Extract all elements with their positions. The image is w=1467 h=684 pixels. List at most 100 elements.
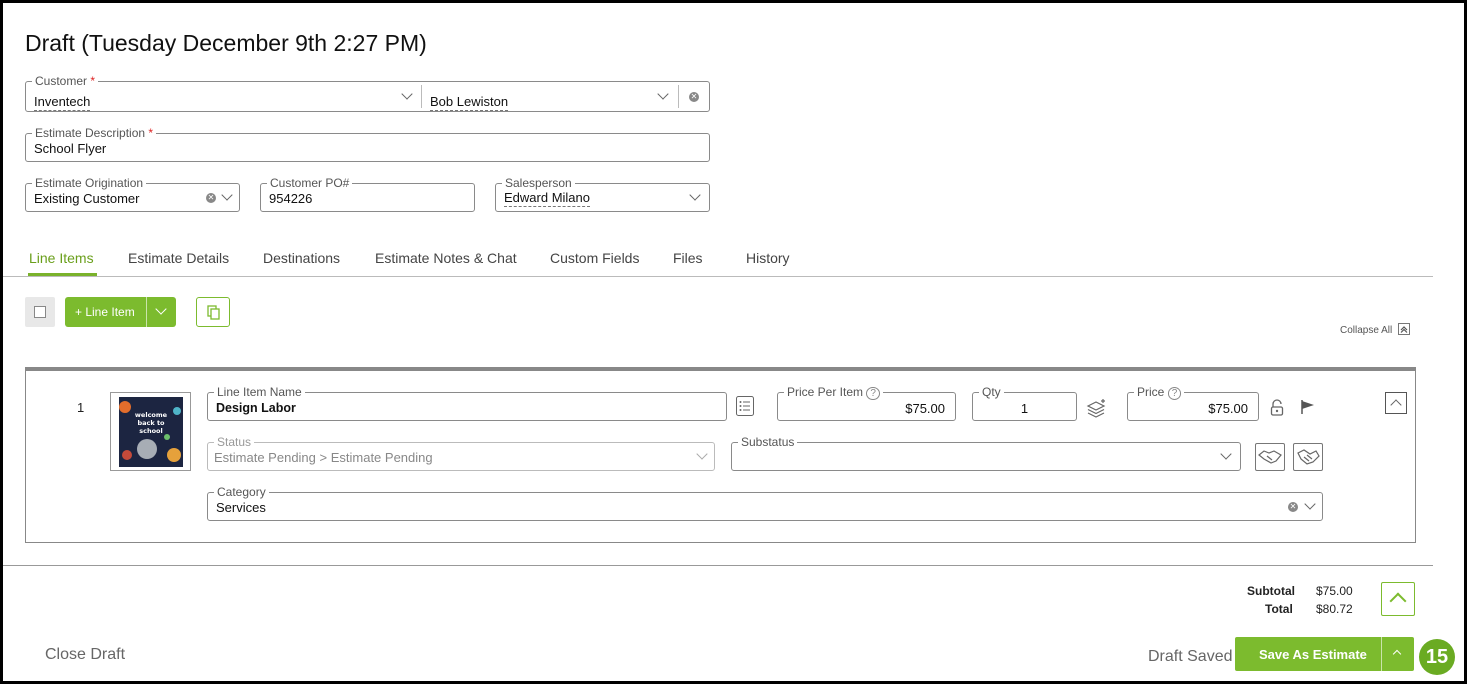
price-label: Price (1137, 385, 1165, 399)
flag-icon[interactable] (1300, 399, 1316, 415)
close-draft-button[interactable]: Close Draft (45, 646, 125, 664)
price-per-item-value: $75.00 (905, 401, 945, 416)
handshake-button[interactable] (1255, 443, 1285, 471)
handshake-icon (1258, 450, 1282, 464)
clear-icon[interactable]: ✕ (206, 193, 216, 203)
clear-icon[interactable]: ✕ (689, 92, 699, 102)
price-field[interactable]: Price ? $75.00 (1127, 385, 1259, 421)
save-as-estimate-button[interactable]: Save As Estimate (1235, 637, 1414, 671)
checkbox-box (34, 306, 46, 318)
add-line-item-label: + Line Item (75, 305, 135, 319)
collapse-all-button[interactable]: Collapse All (1340, 323, 1411, 336)
required-mark: * (148, 126, 154, 140)
help-icon[interactable]: ? (1167, 387, 1182, 400)
chevron-down-icon (401, 88, 413, 100)
quantity-layers-icon[interactable] (1086, 398, 1108, 418)
tab-history[interactable]: History (746, 250, 790, 266)
tab-files[interactable]: Files (673, 250, 703, 266)
collapse-all-label: Collapse All (1340, 325, 1393, 336)
handshake-alt-icon (1297, 449, 1320, 465)
chevron-up-icon (1390, 399, 1402, 411)
customer-field: Customer * Inventech Bob Lewiston ✕ (25, 74, 710, 112)
price-per-item-field[interactable]: Price Per Item ? $75.00 (777, 385, 956, 421)
total-value: $80.72 (1316, 602, 1353, 616)
customer-po-value: 954226 (269, 191, 313, 206)
customer-contact-select[interactable]: Bob Lewiston (422, 82, 678, 111)
line-item-name-value: Design Labor (216, 401, 296, 415)
clear-icon[interactable]: ✕ (1288, 502, 1298, 512)
svg-text:welcome: welcome (135, 411, 168, 419)
salesperson-label: Salesperson (502, 176, 575, 190)
estimate-origination-label: Estimate Origination (32, 176, 147, 190)
divider (678, 85, 679, 108)
price-per-item-label: Price Per Item (787, 385, 864, 399)
button-separator (1381, 637, 1382, 671)
chevron-up-icon (1389, 592, 1407, 610)
customer-po-field[interactable]: Customer PO# 954226 (260, 176, 475, 212)
tab-destinations[interactable]: Destinations (263, 250, 340, 266)
category-value: Services (216, 500, 266, 515)
price-value: $75.00 (1208, 401, 1248, 416)
estimate-draft-window: Draft (Tuesday December 9th 2:27 PM) Cus… (3, 3, 1464, 681)
footer-divider (3, 565, 1433, 566)
status-value: Estimate Pending > Estimate Pending (214, 450, 433, 465)
qty-value: 1 (1020, 401, 1029, 416)
unlock-icon[interactable] (1270, 399, 1284, 417)
line-item-name-label: Line Item Name (214, 385, 305, 399)
status-select[interactable]: Status Estimate Pending > Estimate Pendi… (207, 435, 715, 471)
total-label: Total (1265, 602, 1293, 616)
handshake-alt-button[interactable] (1293, 443, 1323, 471)
substatus-select[interactable]: Substatus (731, 435, 1241, 471)
chevron-up-icon[interactable] (1392, 649, 1402, 659)
estimate-origination-select[interactable]: Estimate Origination Existing Customer ✕ (25, 176, 240, 212)
collapse-line-item-button[interactable] (1385, 392, 1407, 414)
line-item-name-field[interactable]: Line Item Name Design Labor (207, 385, 727, 421)
help-icon[interactable]: ? (866, 387, 880, 400)
notes-list-icon[interactable] (736, 396, 754, 416)
button-separator (146, 297, 147, 327)
subtotal-label: Subtotal (1247, 584, 1295, 598)
select-all-checkbox[interactable] (25, 297, 55, 327)
subtotal-value: $75.00 (1316, 584, 1353, 598)
save-as-estimate-label: Save As Estimate (1259, 647, 1367, 662)
estimate-description-label: Estimate Description (35, 126, 146, 140)
qty-label: Qty (979, 385, 1004, 399)
tab-custom-fields[interactable]: Custom Fields (550, 250, 639, 266)
tab-bar-divider (3, 276, 1433, 277)
tab-estimate-details[interactable]: Estimate Details (128, 250, 229, 266)
substatus-label: Substatus (738, 435, 798, 449)
estimate-origination-value: Existing Customer (34, 191, 140, 206)
estimate-description-value: School Flyer (34, 141, 107, 156)
chevron-down-icon (221, 189, 233, 201)
copy-button[interactable] (196, 297, 230, 327)
category-label: Category (214, 485, 269, 499)
category-select[interactable]: Category Services ✕ (207, 485, 1323, 521)
customer-company-select[interactable]: Inventech (26, 82, 421, 111)
status-label: Status (214, 435, 255, 449)
chevron-down-icon[interactable] (155, 303, 167, 315)
page-title: Draft (Tuesday December 9th 2:27 PM) (25, 30, 427, 56)
salesperson-select[interactable]: Salesperson Edward Milano (495, 176, 710, 212)
line-item-number: 1 (77, 400, 85, 415)
tab-line-items[interactable]: Line Items (29, 250, 94, 266)
notification-badge[interactable]: 15 (1419, 639, 1455, 675)
copy-icon (207, 305, 220, 320)
poster-art: welcome back to school (119, 397, 183, 467)
chevron-down-icon (657, 88, 669, 100)
salesperson-value: Edward Milano (504, 190, 590, 207)
chevron-down-icon (689, 189, 701, 201)
chevron-up-icon (1398, 323, 1411, 335)
chevron-down-icon (696, 448, 708, 460)
tab-estimate-notes-chat[interactable]: Estimate Notes & Chat (375, 250, 517, 266)
scroll-top-button[interactable] (1381, 582, 1415, 616)
line-item-thumbnail[interactable]: welcome back to school (110, 392, 191, 471)
active-tab-indicator (28, 273, 97, 276)
qty-field[interactable]: Qty 1 (972, 385, 1077, 421)
chevron-down-icon (1304, 498, 1316, 510)
draft-saved-status: Draft Saved (1148, 648, 1233, 665)
thumbnail-image: welcome back to school (119, 397, 183, 467)
estimate-description-field[interactable]: Estimate Description * School Flyer (25, 126, 710, 162)
chevron-down-icon (1220, 448, 1232, 460)
customer-contact-value: Bob Lewiston (430, 94, 509, 111)
add-line-item-button[interactable]: + Line Item (65, 297, 176, 327)
